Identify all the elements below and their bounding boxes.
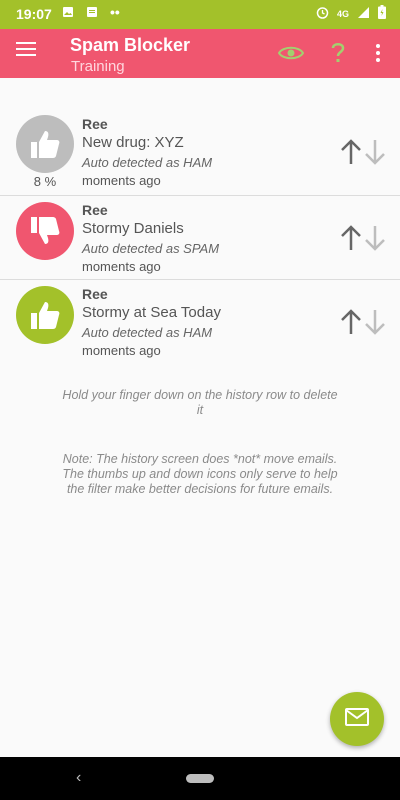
- sender: Ree: [82, 286, 108, 302]
- gallery-icon: [62, 6, 74, 21]
- timestamp: moments ago: [82, 259, 161, 274]
- history-row[interactable]: Ree Stormy at Sea Today Auto detected as…: [0, 280, 400, 364]
- battery-icon: [378, 5, 386, 22]
- app-subtitle: Training: [71, 58, 125, 75]
- app-bar: Spam Blocker Training: [0, 29, 400, 78]
- timestamp: moments ago: [82, 343, 161, 358]
- mail-icon: [345, 707, 369, 731]
- alarm-icon: [316, 6, 329, 22]
- arrow-up-icon[interactable]: [340, 308, 362, 336]
- home-pill[interactable]: [186, 774, 214, 783]
- train-arrows: [340, 138, 386, 166]
- help-icon[interactable]: [324, 39, 352, 67]
- detection-status: Auto detected as HAM: [82, 155, 213, 170]
- train-arrows: [340, 224, 386, 252]
- signal-icon: [357, 6, 370, 22]
- arrow-up-icon[interactable]: [340, 138, 362, 166]
- subject: Stormy at Sea Today: [82, 304, 221, 321]
- history-list: 8 % Ree New drug: XYZ Auto detected as H…: [0, 110, 400, 364]
- app-title: Spam Blocker: [70, 35, 191, 55]
- message-icon: [86, 6, 98, 21]
- compose-button[interactable]: [330, 692, 384, 746]
- status-time: 19:07: [16, 6, 52, 22]
- thumbs-up-icon[interactable]: [16, 115, 74, 173]
- arrow-down-icon[interactable]: [364, 308, 386, 336]
- eye-icon[interactable]: [277, 39, 305, 67]
- delete-hint: Hold your finger down on the history row…: [62, 388, 338, 417]
- sender: Ree: [82, 116, 108, 132]
- sender: Ree: [82, 202, 108, 218]
- history-row[interactable]: Ree Stormy Daniels Auto detected as SPAM…: [0, 196, 400, 280]
- arrow-down-icon[interactable]: [364, 138, 386, 166]
- arrow-down-icon[interactable]: [364, 224, 386, 252]
- confidence-percent: 8 %: [33, 174, 57, 189]
- more-notifications-icon: ••: [110, 4, 120, 20]
- arrow-up-icon[interactable]: [340, 224, 362, 252]
- system-nav-bar: ‹: [0, 757, 400, 800]
- network-type: 4G: [336, 8, 349, 19]
- status-right: 4G: [316, 5, 386, 22]
- menu-icon[interactable]: [16, 42, 38, 60]
- back-icon[interactable]: ‹: [76, 769, 81, 787]
- timestamp: moments ago: [82, 173, 161, 188]
- training-note: Note: The history screen does *not* move…: [62, 452, 338, 496]
- status-bar: 19:07 •• 4G: [0, 0, 400, 29]
- detection-status: Auto detected as HAM: [82, 325, 213, 340]
- thumbs-up-icon[interactable]: [16, 286, 74, 344]
- thumbs-down-icon[interactable]: [16, 202, 74, 260]
- history-row[interactable]: 8 % Ree New drug: XYZ Auto detected as H…: [0, 110, 400, 196]
- detection-status: Auto detected as SPAM: [82, 241, 220, 256]
- train-arrows: [340, 308, 386, 336]
- more-vert-icon[interactable]: [364, 39, 392, 67]
- subject: New drug: XYZ: [82, 134, 184, 151]
- subject: Stormy Daniels: [82, 220, 184, 237]
